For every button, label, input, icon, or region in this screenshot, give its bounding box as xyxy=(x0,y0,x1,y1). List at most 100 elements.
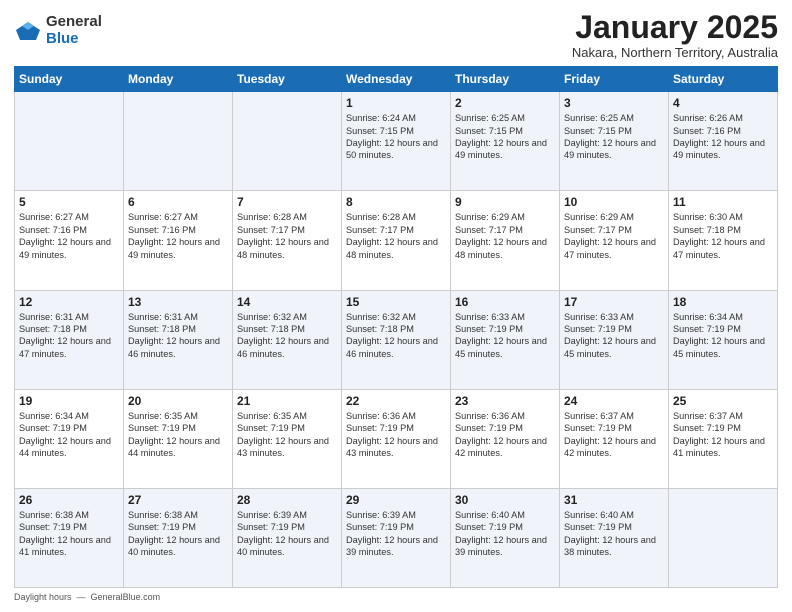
day-info: Sunrise: 6:34 AM Sunset: 7:19 PM Dayligh… xyxy=(19,410,119,460)
day-number: 23 xyxy=(455,394,555,408)
day-info: Sunrise: 6:30 AM Sunset: 7:18 PM Dayligh… xyxy=(673,211,773,261)
calendar-cell: 26 Sunrise: 6:38 AM Sunset: 7:19 PM Dayli… xyxy=(15,488,124,587)
day-info: Sunrise: 6:36 AM Sunset: 7:19 PM Dayligh… xyxy=(346,410,446,460)
day-info: Sunrise: 6:32 AM Sunset: 7:18 PM Dayligh… xyxy=(237,311,337,361)
calendar-cell: 22 Sunrise: 6:36 AM Sunset: 7:19 PM Dayli… xyxy=(342,389,451,488)
calendar-cell: 23 Sunrise: 6:36 AM Sunset: 7:19 PM Dayli… xyxy=(451,389,560,488)
day-info: Sunrise: 6:35 AM Sunset: 7:19 PM Dayligh… xyxy=(237,410,337,460)
day-info: Sunrise: 6:31 AM Sunset: 7:18 PM Dayligh… xyxy=(19,311,119,361)
day-number: 20 xyxy=(128,394,228,408)
calendar-cell: 18Sunrise: 6:34 AM Sunset: 7:19 PM Dayli… xyxy=(669,290,778,389)
calendar-cell: 11 Sunrise: 6:30 AM Sunset: 7:18 PM Dayli… xyxy=(669,191,778,290)
day-number: 29 xyxy=(346,493,446,507)
day-number: 21 xyxy=(237,394,337,408)
day-number: 14 xyxy=(237,295,337,309)
day-info: Sunrise: 6:33 AM Sunset: 7:19 PM Dayligh… xyxy=(564,311,664,361)
day-number: 28 xyxy=(237,493,337,507)
day-number: 26 xyxy=(19,493,119,507)
calendar-week-3: 12 Sunrise: 6:31 AM Sunset: 7:18 PM Dayli… xyxy=(15,290,778,389)
calendar-cell: 19 Sunrise: 6:34 AM Sunset: 7:19 PM Dayli… xyxy=(15,389,124,488)
daylight-label: Daylight hours xyxy=(14,592,72,602)
day-number: 4 xyxy=(673,96,773,110)
day-number: 3 xyxy=(564,96,664,110)
day-info: Sunrise: 6:38 AM Sunset: 7:19 PM Dayligh… xyxy=(19,509,119,559)
day-info: Sunrise: 6:26 AM Sunset: 7:16 PM Dayligh… xyxy=(673,112,773,162)
calendar-cell: 4 Sunrise: 6:26 AM Sunset: 7:16 PM Daylig… xyxy=(669,92,778,191)
header-friday: Friday xyxy=(560,67,669,92)
calendar-cell: 21 Sunrise: 6:35 AM Sunset: 7:19 PM Dayli… xyxy=(233,389,342,488)
calendar-cell: 15Sunrise: 6:32 AM Sunset: 7:18 PM Dayli… xyxy=(342,290,451,389)
header-wednesday: Wednesday xyxy=(342,67,451,92)
title-block: January 2025 Nakara, Northern Territory,… xyxy=(572,10,778,60)
day-info: Sunrise: 6:28 AM Sunset: 7:17 PM Dayligh… xyxy=(346,211,446,261)
day-info: Sunrise: 6:36 AM Sunset: 7:19 PM Dayligh… xyxy=(455,410,555,460)
day-number: 25 xyxy=(673,394,773,408)
day-number: 17 xyxy=(564,295,664,309)
calendar-cell: 27Sunrise: 6:38 AM Sunset: 7:19 PM Dayli… xyxy=(124,488,233,587)
day-number: 12 xyxy=(19,295,119,309)
day-info: Sunrise: 6:40 AM Sunset: 7:19 PM Dayligh… xyxy=(564,509,664,559)
calendar-cell: 13Sunrise: 6:31 AM Sunset: 7:18 PM Dayli… xyxy=(124,290,233,389)
calendar-cell: 1 Sunrise: 6:24 AM Sunset: 7:15 PM Daylig… xyxy=(342,92,451,191)
header-sunday: Sunday xyxy=(15,67,124,92)
calendar-cell: 3Sunrise: 6:25 AM Sunset: 7:15 PM Daylig… xyxy=(560,92,669,191)
header-saturday: Saturday xyxy=(669,67,778,92)
day-info: Sunrise: 6:39 AM Sunset: 7:19 PM Dayligh… xyxy=(237,509,337,559)
calendar-cell: 29 Sunrise: 6:39 AM Sunset: 7:19 PM Dayli… xyxy=(342,488,451,587)
calendar-header-row: SundayMondayTuesdayWednesdayThursdayFrid… xyxy=(15,67,778,92)
calendar-cell: 10Sunrise: 6:29 AM Sunset: 7:17 PM Dayli… xyxy=(560,191,669,290)
day-number: 18 xyxy=(673,295,773,309)
day-number: 19 xyxy=(19,394,119,408)
day-info: Sunrise: 6:29 AM Sunset: 7:17 PM Dayligh… xyxy=(455,211,555,261)
logo: General Blue xyxy=(14,14,102,47)
calendar-week-5: 26 Sunrise: 6:38 AM Sunset: 7:19 PM Dayli… xyxy=(15,488,778,587)
calendar-cell: 8 Sunrise: 6:28 AM Sunset: 7:17 PM Daylig… xyxy=(342,191,451,290)
header-thursday: Thursday xyxy=(451,67,560,92)
page: General Blue January 2025 Nakara, Northe… xyxy=(0,0,792,612)
calendar-cell: 7 Sunrise: 6:28 AM Sunset: 7:17 PM Daylig… xyxy=(233,191,342,290)
header-monday: Monday xyxy=(124,67,233,92)
day-info: Sunrise: 6:39 AM Sunset: 7:19 PM Dayligh… xyxy=(346,509,446,559)
logo-blue: Blue xyxy=(46,30,79,47)
day-number: 8 xyxy=(346,195,446,209)
calendar-week-1: 1 Sunrise: 6:24 AM Sunset: 7:15 PM Daylig… xyxy=(15,92,778,191)
day-info: Sunrise: 6:24 AM Sunset: 7:15 PM Dayligh… xyxy=(346,112,446,162)
calendar-cell: 6 Sunrise: 6:27 AM Sunset: 7:16 PM Daylig… xyxy=(124,191,233,290)
day-number: 16 xyxy=(455,295,555,309)
day-number: 7 xyxy=(237,195,337,209)
logo-icon xyxy=(14,20,42,42)
calendar-cell: 16 Sunrise: 6:33 AM Sunset: 7:19 PM Dayli… xyxy=(451,290,560,389)
day-number: 1 xyxy=(346,96,446,110)
month-title: January 2025 xyxy=(572,10,778,45)
day-number: 15 xyxy=(346,295,446,309)
logo-text: General Blue xyxy=(46,14,102,47)
day-info: Sunrise: 6:27 AM Sunset: 7:16 PM Dayligh… xyxy=(128,211,228,261)
calendar-cell xyxy=(669,488,778,587)
calendar-cell xyxy=(124,92,233,191)
day-number: 2 xyxy=(455,96,555,110)
calendar-cell: 31 Sunrise: 6:40 AM Sunset: 7:19 PM Dayli… xyxy=(560,488,669,587)
day-number: 22 xyxy=(346,394,446,408)
calendar-cell: 28 Sunrise: 6:39 AM Sunset: 7:19 PM Dayli… xyxy=(233,488,342,587)
day-info: Sunrise: 6:35 AM Sunset: 7:19 PM Dayligh… xyxy=(128,410,228,460)
day-number: 24 xyxy=(564,394,664,408)
calendar-cell: 2Sunrise: 6:25 AM Sunset: 7:15 PM Daylig… xyxy=(451,92,560,191)
day-info: Sunrise: 6:27 AM Sunset: 7:16 PM Dayligh… xyxy=(19,211,119,261)
calendar-cell: 25Sunrise: 6:37 AM Sunset: 7:19 PM Dayli… xyxy=(669,389,778,488)
day-number: 30 xyxy=(455,493,555,507)
header: General Blue January 2025 Nakara, Northe… xyxy=(14,10,778,60)
source-label: GeneralBlue.com xyxy=(91,592,161,602)
location-subtitle: Nakara, Northern Territory, Australia xyxy=(572,45,778,60)
calendar-week-2: 5Sunrise: 6:27 AM Sunset: 7:16 PM Daylig… xyxy=(15,191,778,290)
header-tuesday: Tuesday xyxy=(233,67,342,92)
day-info: Sunrise: 6:40 AM Sunset: 7:19 PM Dayligh… xyxy=(455,509,555,559)
day-number: 6 xyxy=(128,195,228,209)
calendar-cell xyxy=(15,92,124,191)
day-info: Sunrise: 6:28 AM Sunset: 7:17 PM Dayligh… xyxy=(237,211,337,261)
day-number: 11 xyxy=(673,195,773,209)
day-info: Sunrise: 6:33 AM Sunset: 7:19 PM Dayligh… xyxy=(455,311,555,361)
day-info: Sunrise: 6:31 AM Sunset: 7:18 PM Dayligh… xyxy=(128,311,228,361)
day-number: 31 xyxy=(564,493,664,507)
calendar-cell: 12 Sunrise: 6:31 AM Sunset: 7:18 PM Dayli… xyxy=(15,290,124,389)
calendar-week-4: 19 Sunrise: 6:34 AM Sunset: 7:19 PM Dayli… xyxy=(15,389,778,488)
